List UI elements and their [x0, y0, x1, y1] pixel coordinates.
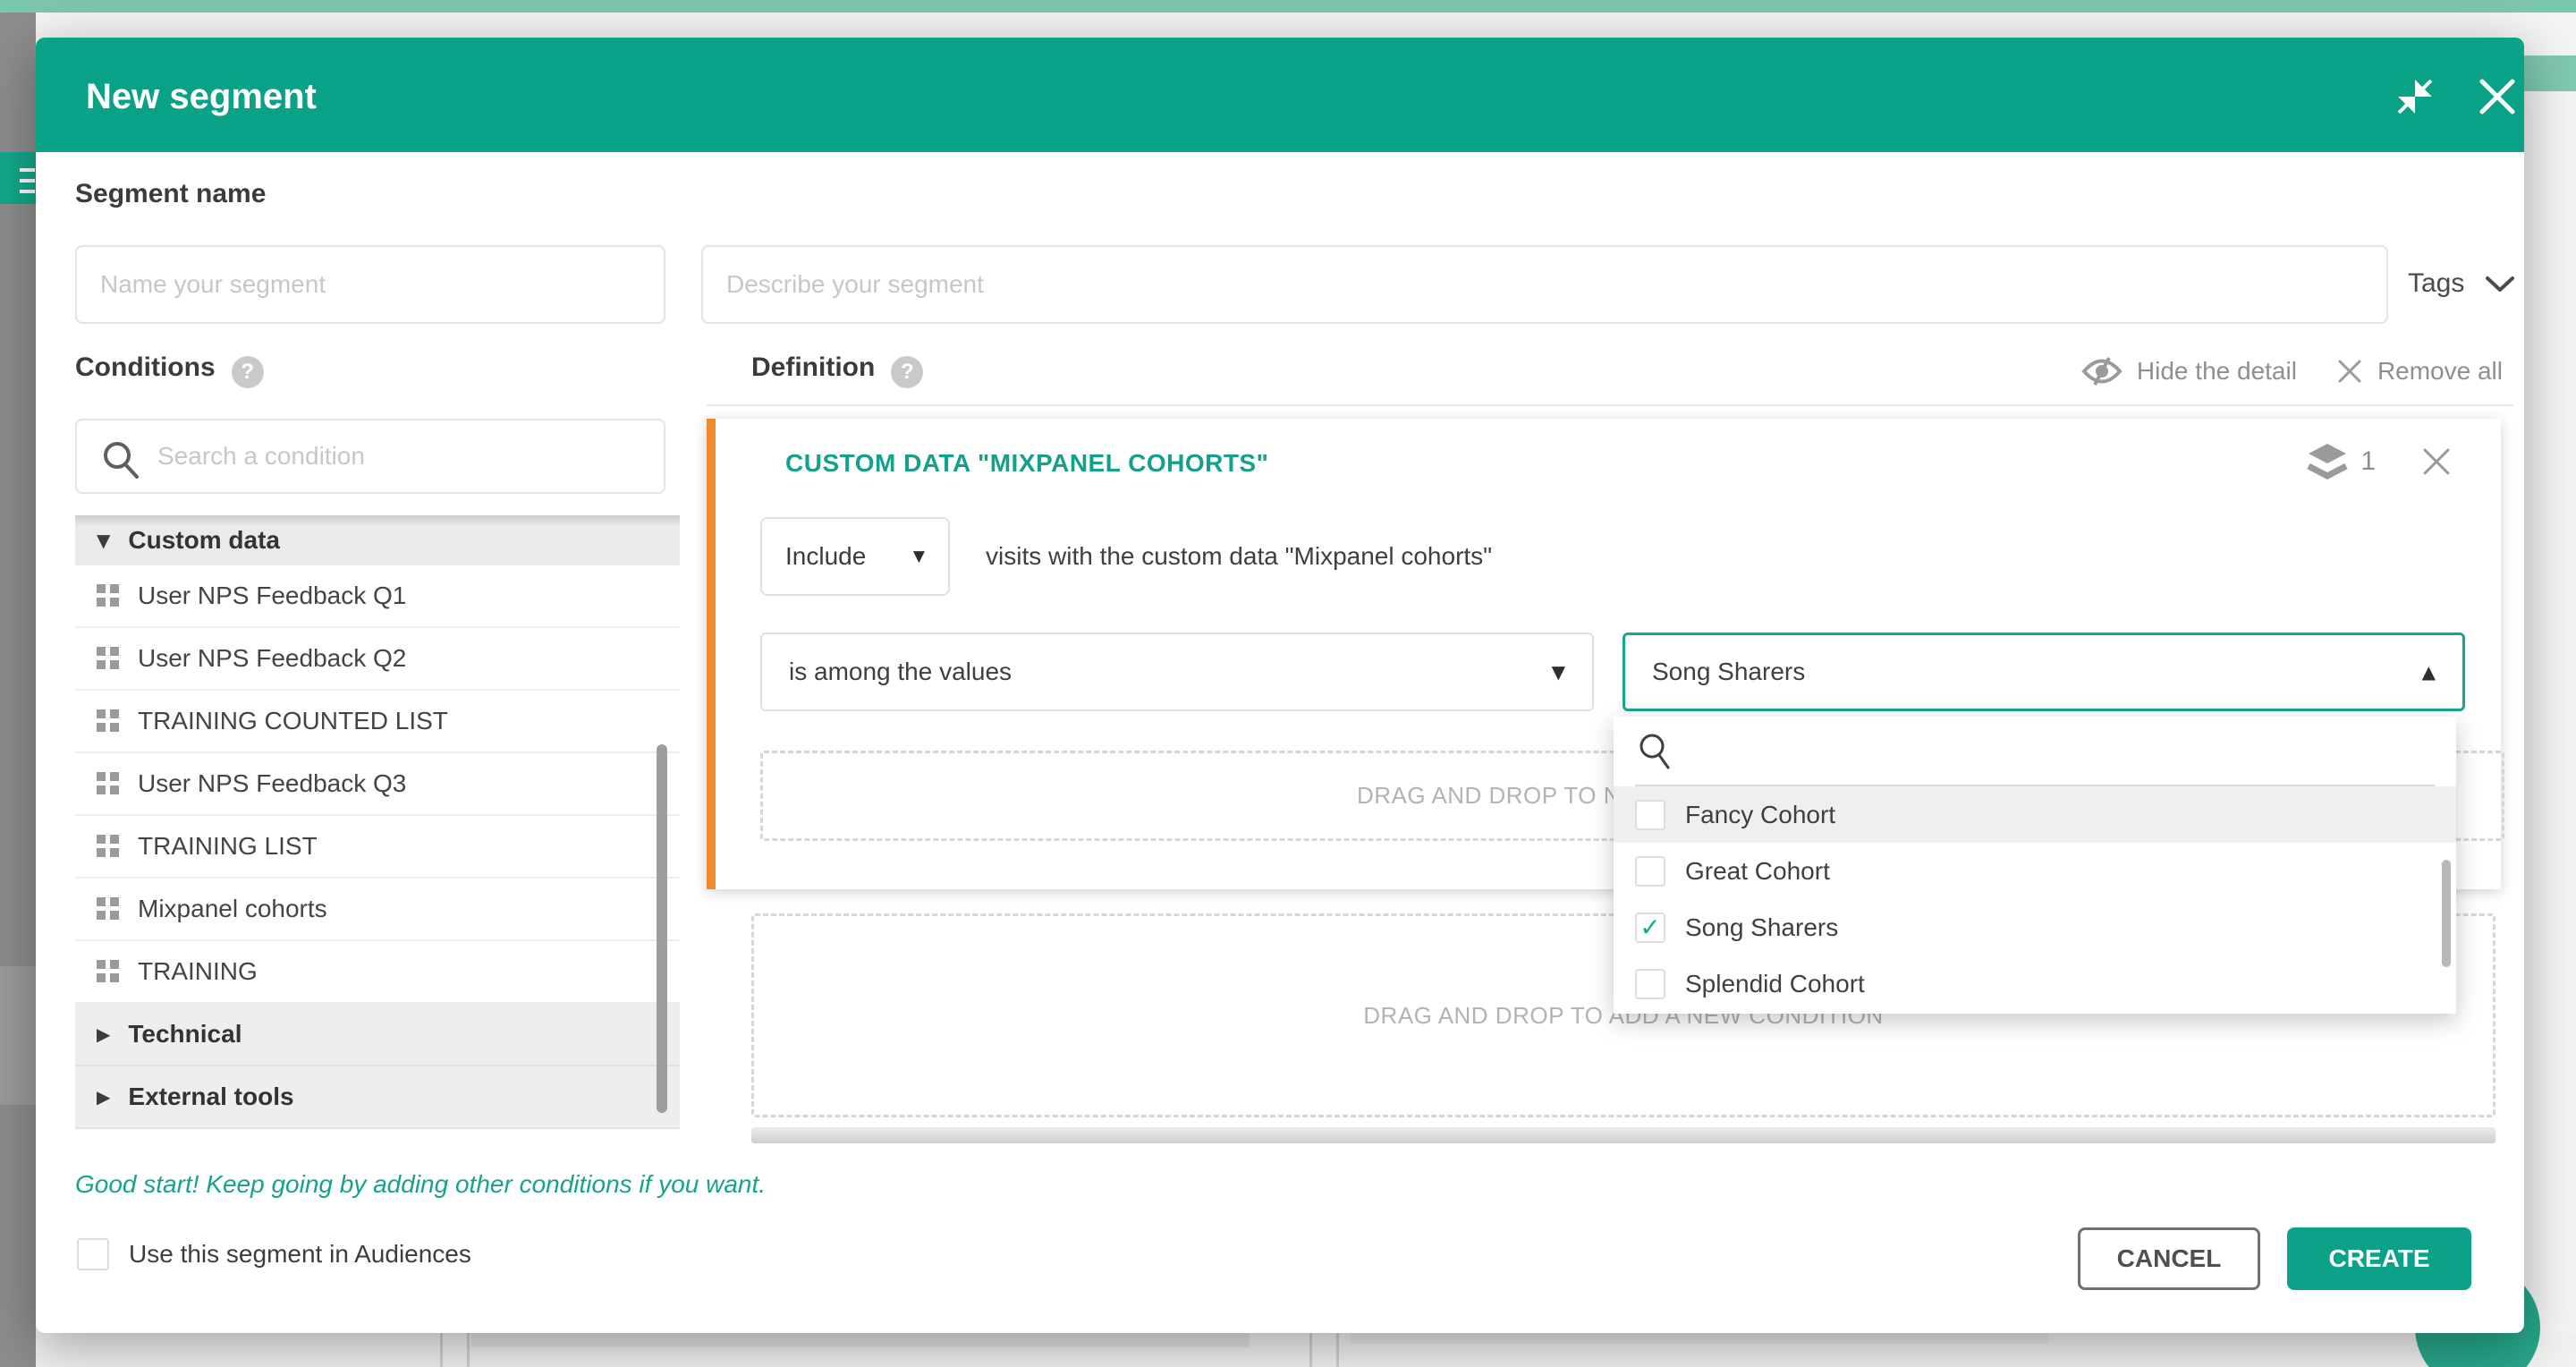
condition-item[interactable]: User NPS Feedback Q3	[75, 753, 680, 816]
condition-sentence: visits with the custom data "Mixpanel co…	[986, 542, 1492, 571]
group-label: Custom data	[128, 526, 280, 555]
checkbox-checked[interactable]: ✓	[1635, 913, 1665, 943]
triangle-right-icon: ▶	[97, 1086, 110, 1108]
values-value: Song Sharers	[1652, 658, 1805, 686]
operator-value: is among the values	[789, 658, 1012, 686]
chevron-down-icon	[2484, 273, 2516, 294]
tags-label: Tags	[2408, 268, 2464, 299]
dropdown-option[interactable]: Great Cohort	[1614, 843, 2456, 899]
modal-header: New segment	[36, 38, 2524, 152]
progress-hint: Good start! Keep going by adding other c…	[75, 1170, 766, 1199]
eye-slash-icon	[2081, 356, 2123, 386]
segment-name-input[interactable]	[75, 245, 665, 324]
remove-all-label: Remove all	[2377, 357, 2503, 386]
drag-handle-icon	[97, 960, 120, 983]
bg-panel-bar	[471, 1333, 1250, 1347]
drag-handle-icon	[97, 647, 120, 670]
audiences-option: Use this segment in Audiences	[77, 1238, 471, 1270]
group-custom-data[interactable]: ▼ Custom data	[75, 515, 680, 565]
app-sidebar	[0, 13, 36, 1367]
collapse-icon[interactable]	[2395, 77, 2435, 116]
condition-item[interactable]: TRAINING	[75, 941, 680, 1004]
definition-heading-row: Definition?	[751, 352, 923, 392]
segment-name-label: Segment name	[75, 179, 266, 209]
segment-description-input[interactable]	[701, 245, 2388, 324]
checkbox[interactable]	[1635, 969, 1665, 999]
hide-detail-button[interactable]: Hide the detail	[2081, 356, 2297, 386]
condition-item[interactable]: User NPS Feedback Q2	[75, 628, 680, 691]
create-button[interactable]: CREATE	[2287, 1227, 2471, 1290]
group-technical[interactable]: ▶ Technical	[75, 1004, 680, 1066]
definition-tools: Hide the detail Remove all	[2081, 356, 2503, 386]
audiences-label: Use this segment in Audiences	[129, 1240, 471, 1269]
definition-horizontal-scrollbar[interactable]	[751, 1127, 2496, 1143]
help-icon[interactable]: ?	[232, 356, 264, 388]
layer-control[interactable]: 1	[2307, 442, 2376, 481]
layer-count: 1	[2360, 446, 2376, 477]
x-icon	[2336, 358, 2363, 385]
dropdown-scrollbar[interactable]	[2442, 860, 2451, 967]
conditions-heading: Conditions	[75, 352, 216, 382]
dropdown-option[interactable]: ✓ Song Sharers	[1614, 899, 2456, 955]
bg-panel-bar	[1351, 1333, 2048, 1344]
drag-handle-icon	[97, 584, 120, 607]
definition-heading: Definition	[751, 352, 875, 382]
checkmark-icon: ✓	[1640, 913, 1660, 942]
operator-select[interactable]: is among the values ▼	[760, 633, 1594, 711]
remove-all-button[interactable]: Remove all	[2336, 357, 2503, 386]
group-label: Technical	[128, 1020, 242, 1049]
checkbox[interactable]	[1635, 800, 1665, 830]
triangle-right-icon: ▶	[97, 1023, 110, 1045]
search-icon	[100, 438, 141, 480]
close-icon[interactable]	[2478, 77, 2517, 116]
tags-dropdown[interactable]: Tags	[2408, 268, 2516, 299]
bg-panel-divider	[1309, 1333, 1312, 1367]
dropdown-option[interactable]: Fancy Cohort	[1614, 786, 2456, 843]
dropdown-option[interactable]: Splendid Cohort	[1614, 955, 2456, 1012]
values-select[interactable]: Song Sharers ▲	[1623, 633, 2465, 711]
bg-panel-divider	[1336, 1333, 1339, 1367]
caret-down-icon: ▼	[1552, 661, 1565, 683]
condition-search-box	[75, 419, 665, 494]
screen: New segment Segme	[0, 0, 2576, 1367]
condition-item[interactable]: Mixpanel cohorts	[75, 879, 680, 941]
conditions-list: ▼ Custom data User NPS Feedback Q1 User …	[75, 515, 680, 1129]
help-icon[interactable]: ?	[891, 356, 923, 388]
caret-down-icon: ▼	[913, 548, 925, 565]
condition-card-title: CUSTOM DATA "MIXPANEL COHORTS"	[785, 449, 1268, 478]
modal-title: New segment	[86, 77, 317, 117]
drag-handle-icon	[97, 897, 120, 921]
group-label: External tools	[128, 1083, 293, 1111]
remove-condition-icon[interactable]	[2420, 446, 2453, 478]
app-sidebar-section	[0, 966, 36, 1105]
drag-handle-icon	[97, 772, 120, 795]
group-external-tools[interactable]: ▶ External tools	[75, 1066, 680, 1129]
new-segment-modal: New segment Segme	[36, 38, 2524, 1333]
audiences-checkbox[interactable]	[77, 1238, 109, 1270]
checkbox[interactable]	[1635, 856, 1665, 887]
drag-handle-icon	[97, 709, 120, 733]
include-dropdown[interactable]: Include ▼	[760, 517, 950, 596]
caret-up-icon: ▲	[2422, 661, 2436, 683]
cancel-button[interactable]: CANCEL	[2078, 1227, 2260, 1290]
include-label: Include	[785, 542, 866, 571]
definition-divider	[707, 404, 2513, 406]
conditions-heading-row: Conditions?	[75, 352, 264, 392]
layers-icon	[2307, 442, 2348, 481]
dropdown-search[interactable]	[1614, 717, 2456, 786]
search-icon	[1637, 731, 1674, 772]
condition-item[interactable]: User NPS Feedback Q1	[75, 565, 680, 628]
triangle-down-icon: ▼	[97, 530, 110, 551]
bg-panel-divider	[467, 1333, 470, 1367]
page-behind-bottom	[36, 1333, 2576, 1367]
hide-detail-label: Hide the detail	[2137, 357, 2297, 386]
condition-item[interactable]: TRAINING LIST	[75, 816, 680, 879]
bg-panel-divider	[440, 1333, 443, 1367]
values-dropdown-panel: Fancy Cohort Great Cohort ✓ Song Sharers…	[1614, 717, 2456, 1014]
page-top-strip	[0, 0, 2576, 13]
conditions-scrollbar[interactable]	[657, 744, 667, 1113]
condition-item[interactable]: TRAINING COUNTED LIST	[75, 691, 680, 753]
condition-search-input[interactable]	[157, 420, 649, 492]
drag-handle-icon	[97, 835, 120, 858]
